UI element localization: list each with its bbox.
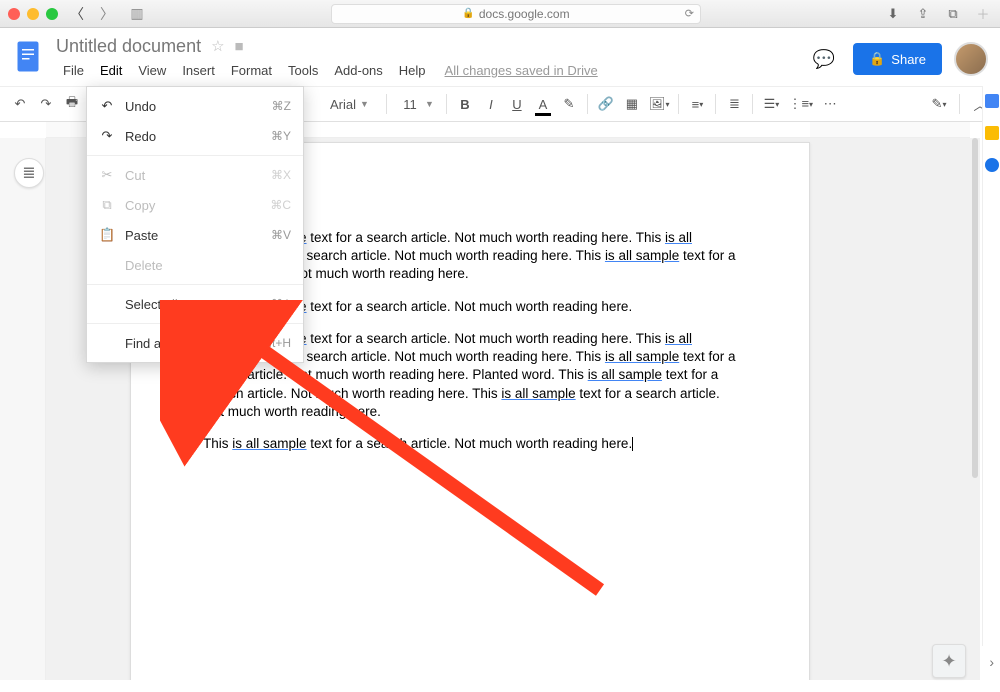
- menu-select-all[interactable]: Select all⌘A: [87, 289, 303, 319]
- vertical-scrollbar[interactable]: [972, 138, 978, 478]
- save-status[interactable]: All changes saved in Drive: [445, 63, 598, 78]
- font-size-select[interactable]: 11▼: [393, 91, 440, 117]
- bulleted-list-icon[interactable]: ⋮≡▾: [785, 91, 816, 117]
- undo-icon[interactable]: ↶: [8, 91, 32, 117]
- menu-find-replace[interactable]: Find and replace⌘+Shift+H: [87, 328, 303, 358]
- more-icon[interactable]: ⋯: [818, 91, 842, 117]
- menu-help[interactable]: Help: [392, 60, 433, 81]
- new-tab-icon[interactable]: ＋: [974, 4, 992, 23]
- sidebar-toggle-icon[interactable]: ▥: [126, 5, 148, 23]
- document-title[interactable]: Untitled document: [56, 36, 201, 57]
- lock-icon: 🔒: [462, 8, 474, 19]
- address-url: docs.google.com: [479, 7, 570, 21]
- print-icon[interactable]: 🖶: [60, 91, 84, 117]
- star-icon[interactable]: ☆: [211, 37, 224, 55]
- insert-image-icon[interactable]: 🖼▾: [646, 91, 673, 117]
- menu-delete: Delete: [87, 250, 303, 280]
- show-sidepanel-icon[interactable]: ›: [989, 654, 994, 670]
- align-icon[interactable]: ≡▾: [685, 91, 709, 117]
- docs-logo-icon[interactable]: [10, 34, 46, 82]
- share-button[interactable]: 🔒 Share: [853, 43, 942, 75]
- insert-link-icon[interactable]: 🔗: [594, 91, 618, 117]
- font-select[interactable]: Arial▼: [324, 91, 380, 117]
- menu-edit[interactable]: Edit: [93, 60, 129, 81]
- tasks-addon-icon[interactable]: [985, 158, 999, 172]
- menu-file[interactable]: File: [56, 60, 91, 81]
- menu-addons[interactable]: Add-ons: [327, 60, 389, 81]
- menu-tools[interactable]: Tools: [281, 60, 325, 81]
- keep-addon-icon[interactable]: [985, 126, 999, 140]
- address-bar[interactable]: 🔒 docs.google.com ⟳: [331, 4, 701, 24]
- edit-menu-dropdown: ↶Undo⌘Z ↷Redo⌘Y ✂Cut⌘X ⧉Copy⌘C 📋Paste⌘V …: [86, 86, 304, 363]
- italic-icon[interactable]: I: [479, 91, 503, 117]
- highlight-icon[interactable]: ✎: [557, 91, 581, 117]
- menu-redo[interactable]: ↷Redo⌘Y: [87, 121, 303, 151]
- downloads-icon[interactable]: ⬇: [884, 6, 902, 22]
- menu-insert[interactable]: Insert: [175, 60, 222, 81]
- comments-icon[interactable]: 💬: [807, 42, 841, 76]
- editing-mode-icon[interactable]: ✎▾: [927, 91, 951, 117]
- cut-icon: ✂: [99, 167, 115, 183]
- share-label: Share: [891, 52, 926, 67]
- undo-icon: ↶: [99, 98, 115, 114]
- forward-button: 〉: [96, 5, 118, 23]
- text-color-icon[interactable]: A: [531, 91, 555, 117]
- window-controls[interactable]: [8, 8, 58, 20]
- paste-icon: 📋: [99, 227, 115, 243]
- reload-icon[interactable]: ⟳: [685, 7, 694, 20]
- numbered-list-icon[interactable]: ☰▾: [759, 91, 783, 117]
- menu-undo[interactable]: ↶Undo⌘Z: [87, 91, 303, 121]
- explore-button[interactable]: ✦: [932, 644, 966, 678]
- line-spacing-icon[interactable]: ≣: [722, 91, 746, 117]
- menu-paste[interactable]: 📋Paste⌘V: [87, 220, 303, 250]
- lock-icon: 🔒: [869, 51, 885, 67]
- bold-icon[interactable]: B: [453, 91, 477, 117]
- menu-copy: ⧉Copy⌘C: [87, 190, 303, 220]
- tabs-icon[interactable]: ⧉: [944, 6, 962, 22]
- back-button[interactable]: 〈: [66, 5, 88, 23]
- insert-comment-icon[interactable]: ▦: [620, 91, 644, 117]
- left-gutter: [0, 138, 46, 680]
- maximize-window-icon[interactable]: [46, 8, 58, 20]
- side-panel: [982, 86, 1000, 646]
- menu-cut: ✂Cut⌘X: [87, 160, 303, 190]
- copy-icon: ⧉: [99, 197, 115, 213]
- menu-view[interactable]: View: [131, 60, 173, 81]
- redo-icon[interactable]: ↷: [34, 91, 58, 117]
- calendar-addon-icon[interactable]: [985, 94, 999, 108]
- docs-header: Untitled document ☆ ■ File Edit View Ins…: [0, 28, 1000, 86]
- move-folder-icon[interactable]: ■: [235, 38, 244, 55]
- underline-icon[interactable]: U: [505, 91, 529, 117]
- outline-toggle-icon[interactable]: ≣: [14, 158, 44, 188]
- close-window-icon[interactable]: [8, 8, 20, 20]
- redo-icon: ↷: [99, 128, 115, 144]
- minimize-window-icon[interactable]: [27, 8, 39, 20]
- account-avatar[interactable]: [954, 42, 988, 76]
- share-browser-icon[interactable]: ⇪: [914, 6, 932, 22]
- browser-toolbar: 〈 〉 ▥ 🔒 docs.google.com ⟳ ⬇ ⇪ ⧉ ＋: [0, 0, 1000, 28]
- menu-format[interactable]: Format: [224, 60, 279, 81]
